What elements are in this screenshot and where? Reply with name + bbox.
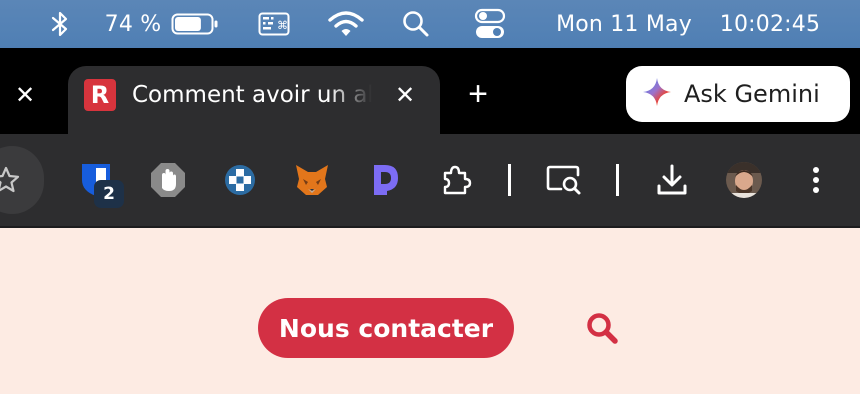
spotlight-icon[interactable] [398,0,434,48]
tab-title: Comment avoir un ab [132,82,372,108]
dashlane-icon[interactable] [366,160,406,200]
control-center-icon[interactable] [470,0,510,48]
menubar-date[interactable]: Mon 11 May [548,0,700,48]
more-menu-icon[interactable] [796,160,836,200]
gemini-sparkle-icon [642,77,672,112]
toolbar-separator [616,164,619,196]
tab-favicon: R [84,79,116,111]
screen-search-icon[interactable] [544,160,584,200]
contact-button[interactable]: Nous contacter [258,298,514,358]
bookmark-star-icon[interactable] [0,160,26,200]
hand-block-icon[interactable] [148,160,188,200]
toolbar-separator [508,164,511,196]
menubar-time[interactable]: 10:02:45 [712,0,828,48]
battery-icon[interactable] [170,0,220,48]
wifi-icon[interactable] [326,0,366,48]
macos-menu-bar: 74 % ⌘ Mon 11 May 10:02:45 [0,0,860,48]
ask-gemini-button[interactable]: Ask Gemini [626,66,850,122]
ask-gemini-label: Ask Gemini [684,80,820,108]
metamask-fox-icon[interactable] [292,160,332,200]
new-tab-button[interactable]: + [460,75,496,113]
cross-extension-icon[interactable] [220,160,260,200]
download-icon[interactable] [652,160,692,200]
bluetooth-icon[interactable] [46,0,74,48]
svg-text:⌘: ⌘ [277,19,288,32]
tab-close-icon[interactable]: ✕ [388,78,422,112]
puzzle-extensions-icon[interactable] [436,160,476,200]
battery-percent: 74 % [104,11,162,37]
profile-avatar[interactable] [724,160,764,200]
search-icon[interactable] [582,308,622,348]
previous-tab-close-icon[interactable]: ✕ [8,78,42,112]
extension-badge: 2 [94,180,124,208]
keyboard-icon[interactable]: ⌘ [256,0,292,48]
